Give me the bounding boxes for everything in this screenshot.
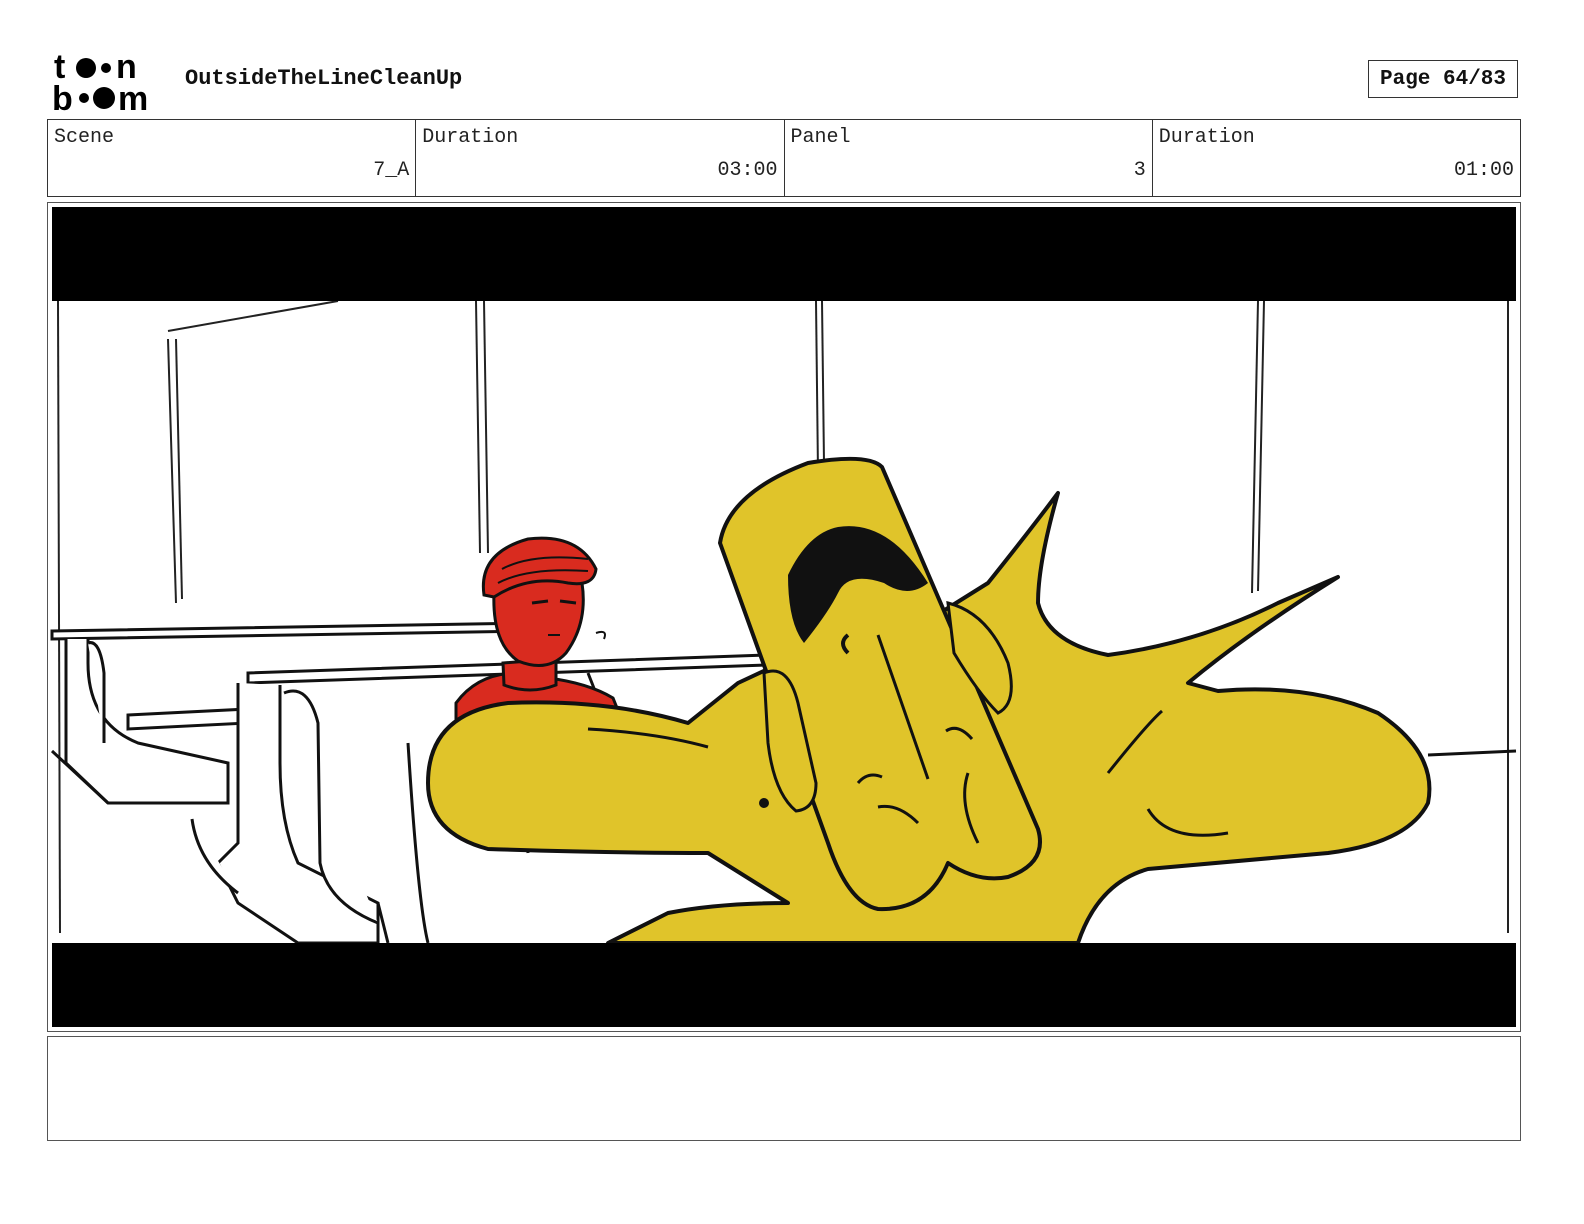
scene-label: Scene [54,126,115,149]
toon-boom-logo: t n b m [52,50,164,112]
panel-duration-value: 01:00 [1453,159,1514,182]
page-indicator: Page 64/83 [1368,60,1518,98]
scene-duration-value: 03:00 [717,159,778,182]
panel-label: Panel [790,126,851,149]
panel-duration-cell: Duration 01:00 [1153,120,1520,196]
panel-duration-label: Duration [1158,126,1255,149]
panel-illustration [48,203,1520,1031]
scene-cell: Scene 7_A [48,120,417,196]
scene-info-row: Scene 7_A Duration 03:00 Panel 3 Duratio… [47,119,1521,197]
letterbox-top [52,207,1516,301]
svg-text:m: m [118,80,148,112]
toon-boom-logo-mark: t n b m [52,50,148,112]
panel-notes-box [47,1036,1521,1141]
storyboard-panel-image [47,202,1521,1032]
scene-duration-label: Duration [422,126,519,149]
project-title: OutsideTheLineCleanUp [185,66,463,91]
scene-value: 7_A [373,159,410,182]
panel-value: 3 [1133,159,1146,182]
scene-duration-cell: Duration 03:00 [416,120,785,196]
letterbox-bottom [52,943,1516,1027]
panel-cell: Panel 3 [785,120,1153,196]
svg-text:b: b [52,80,73,112]
